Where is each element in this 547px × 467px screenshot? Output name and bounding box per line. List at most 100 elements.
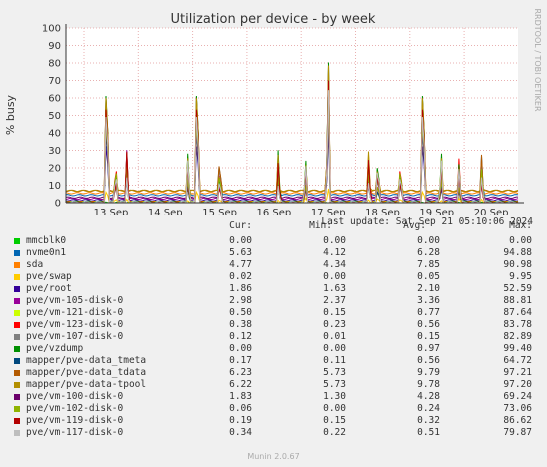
legend-min-value: 0.00 [323,403,346,414]
legend-avg-value: 0.77 [417,307,440,318]
legend-avg-value: 7.85 [417,259,440,270]
y-axis-label: % busy [4,94,17,135]
legend-series-name: pve/vzdump [26,343,84,354]
y-tick-label: 0 [55,199,61,210]
legend-row: pve/vm-102-disk-0 0.06 0.00 0.24 73.06 [0,403,547,415]
legend-min-value: 4.12 [323,247,346,258]
legend-swatch [14,394,20,400]
legend-max-value: 64.72 [503,355,532,366]
legend-avg-value: 4.28 [417,391,440,402]
legend-row: pve/vm-105-disk-0 2.98 2.37 3.36 88.81 [0,295,547,307]
legend-row: mapper/pve-data-tpool 6.22 5.73 9.78 97.20 [0,379,547,391]
legend-min-value: 0.15 [323,415,346,426]
legend-cur-value: 0.50 [229,307,252,318]
legend-min-value: 0.01 [323,331,346,342]
legend-avg-value: 0.00 [417,235,440,246]
legend-min-value: 5.73 [323,367,346,378]
legend-swatch [14,406,20,412]
legend-swatch [14,274,20,280]
legend-series-name: mapper/pve-data-tpool [26,379,147,390]
legend-row: mmcblk0 0.00 0.00 0.00 0.00 [0,235,547,247]
legend-series-name: nvme0n1 [26,247,67,258]
legend-avg-value: 0.24 [417,403,440,414]
y-tick-label: 30 [48,146,61,157]
legend-min-value: 5.73 [323,379,346,390]
legend-row: sda 4.77 4.34 7.85 90.98 [0,259,547,271]
legend-avg-value: 0.15 [417,331,440,342]
legend-swatch [14,370,20,376]
legend-series-name: pve/root [26,283,72,294]
legend-max-value: 9.95 [509,271,532,282]
legend-row: mapper/pve-data_tmeta 0.17 0.11 0.56 64.72 [0,355,547,367]
legend-min-value: 1.63 [323,283,346,294]
legend-row: pve/vm-117-disk-0 0.34 0.22 0.51 79.87 [0,427,547,439]
legend-cur-value: 0.19 [229,415,252,426]
legend-swatch [14,310,20,316]
legend-max-value: 87.64 [503,307,532,318]
legend-avg-value: 0.51 [417,427,440,438]
legend-series-name: pve/vm-100-disk-0 [26,391,124,402]
x-tick-label: 14 Sep [148,208,183,215]
legend-avg-value: 9.79 [417,367,440,378]
legend-cur-value: 0.06 [229,403,252,414]
y-tick-label: 70 [48,76,61,87]
legend-avg-value: 0.97 [417,343,440,354]
legend-avg-value: 9.78 [417,379,440,390]
legend-min-value: 0.00 [323,235,346,246]
legend-min-value: 4.34 [323,259,346,270]
legend-cur-value: 0.17 [229,355,252,366]
legend-swatch [14,298,20,304]
legend-cur-value: 1.83 [229,391,252,402]
legend-swatch [14,418,20,424]
legend-max-value: 0.00 [509,235,532,246]
legend-swatch [14,430,20,436]
legend-swatch [14,334,20,340]
legend-swatch [14,238,20,244]
legend-series-name: pve/vm-105-disk-0 [26,295,124,306]
legend-cur-value: 2.98 [229,295,252,306]
y-tick-label: 10 [48,181,61,192]
legend-max-value: 90.98 [503,259,532,270]
x-tick-label: 19 Sep [419,208,454,215]
y-tick-label: 80 [48,59,61,70]
y-tick-label: 50 [48,111,61,122]
legend-swatch [14,262,20,268]
legend-min-value: 0.00 [323,271,346,282]
legend-row: pve/vzdump 0.00 0.00 0.97 99.40 [0,343,547,355]
x-tick-label: 20 Sep [474,208,509,215]
legend-min-value: 0.15 [323,307,346,318]
chart-title: Utilization per device - by week [171,12,376,27]
legend-max-value: 97.21 [503,367,532,378]
legend-min-value: 1.30 [323,391,346,402]
legend-swatch [14,286,20,292]
y-tick-label: 100 [42,24,61,35]
legend-cur-value: 4.77 [229,259,252,270]
legend-cur-value: 0.12 [229,331,252,342]
x-tick-label: 13 Sep [94,208,129,215]
legend-cur-value: 0.34 [229,427,252,438]
legend-max-value: 52.59 [503,283,532,294]
legend-row: pve/vm-123-disk-0 0.38 0.23 0.56 83.78 [0,319,547,331]
legend-series-name: pve/vm-123-disk-0 [26,319,124,330]
legend-row: pve/vm-107-disk-0 0.12 0.01 0.15 82.89 [0,331,547,343]
rrdtool-credit: RRDTOOL / TOBI OETIKER [533,8,542,111]
legend-max-value: 82.89 [503,331,532,342]
legend-row: pve/vm-121-disk-0 0.50 0.15 0.77 87.64 [0,307,547,319]
legend-max-value: 79.87 [503,427,532,438]
legend-series-name: pve/vm-117-disk-0 [26,427,124,438]
legend-max-value: 69.24 [503,391,532,402]
legend-max-value: 73.06 [503,403,532,414]
legend-row: pve/vm-119-disk-0 0.19 0.15 0.32 86.62 [0,415,547,427]
y-tick-label: 40 [48,129,61,140]
y-tick-label: 20 [48,164,61,175]
x-tick-label: 15 Sep [202,208,237,215]
legend-min-value: 2.37 [323,295,346,306]
last-update: Last update: Sat Sep 21 05:10:06 2024 [321,216,533,227]
legend-max-value: 94.88 [503,247,532,258]
legend-min-value: 0.00 [323,343,346,354]
chart: Utilization per device - by week % busy … [4,8,542,215]
legend-series-name: mapper/pve-data_tdata [26,367,147,378]
legend-series-name: sda [26,259,44,270]
legend-avg-value: 0.56 [417,319,440,330]
legend-row: mapper/pve-data_tdata 6.23 5.73 9.79 97.21 [0,367,547,379]
